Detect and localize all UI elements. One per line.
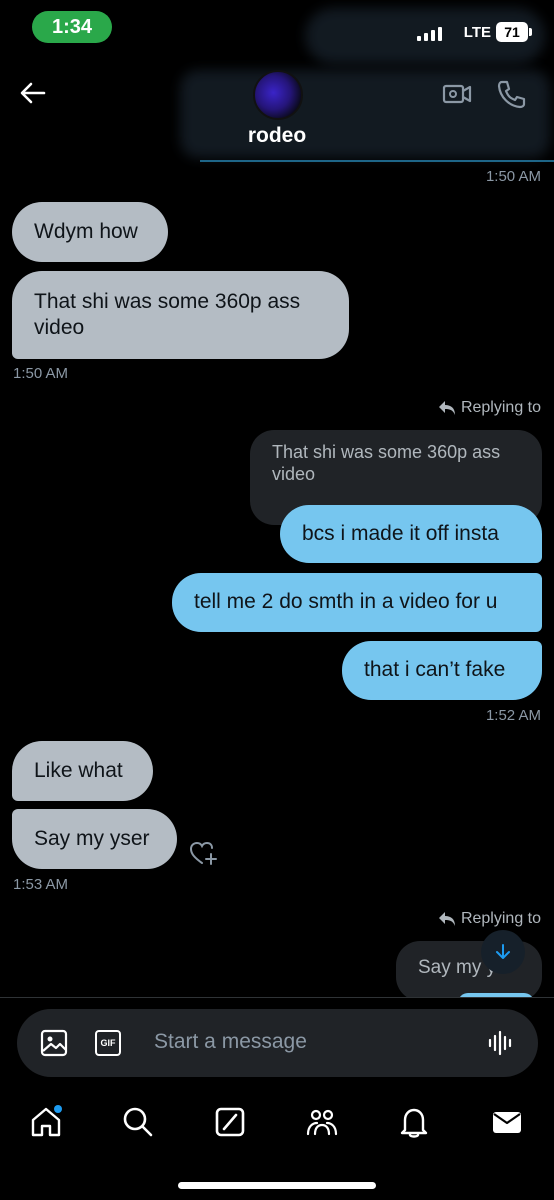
- quoted-text-line: That shi was some 360p ass: [272, 442, 501, 462]
- voice-message-icon[interactable]: [487, 1029, 515, 1057]
- notifications-icon[interactable]: [396, 1104, 432, 1140]
- network-label: LTE: [463, 24, 491, 41]
- reply-indicator: Replying to: [437, 910, 541, 928]
- timestamp: 1:50 AM: [13, 365, 69, 382]
- composer-divider: [0, 997, 554, 998]
- message-text: tell me 2 do smth in a video for u: [194, 590, 498, 614]
- message-text: that i can’t fake: [364, 658, 506, 682]
- gif-label: GIF: [100, 1038, 116, 1048]
- phone-call-icon[interactable]: [495, 78, 527, 110]
- battery-nub: [529, 28, 532, 36]
- timestamp: 1:52 AM: [485, 707, 541, 724]
- sent-message[interactable]: tell me 2 do smth in a video for u: [172, 573, 542, 632]
- message-input-placeholder[interactable]: Start a message: [154, 1030, 307, 1054]
- message-text: Like what: [34, 758, 123, 782]
- sent-message[interactable]: bcs i made it off insta: [280, 505, 542, 563]
- reply-indicator: Replying to: [437, 399, 541, 417]
- reply-label: Replying to: [460, 910, 541, 927]
- message-text: Wdym how: [34, 219, 138, 243]
- reply-icon: [438, 401, 455, 415]
- add-reaction-heart-icon[interactable]: [189, 840, 219, 868]
- search-icon[interactable]: [120, 1104, 156, 1140]
- home-icon[interactable]: [28, 1104, 64, 1140]
- communities-icon[interactable]: [304, 1104, 340, 1140]
- messages-icon[interactable]: [489, 1104, 525, 1140]
- battery-icon: 71: [496, 22, 528, 42]
- message-text: Say my yser: [34, 826, 150, 850]
- status-time: 1:34: [32, 11, 112, 43]
- header-divider: [200, 160, 554, 162]
- timestamp: 1:53 AM: [13, 876, 69, 893]
- message-text-line: That shi was some 360p ass: [34, 289, 301, 313]
- timestamp: 1:50 AM: [485, 168, 541, 185]
- received-message[interactable]: That shi was some 360p ass video: [12, 271, 349, 359]
- sent-message[interactable]: that i can’t fake: [342, 641, 542, 700]
- arrow-down-icon: [496, 944, 510, 959]
- received-message[interactable]: Like what: [12, 741, 153, 801]
- quoted-text-line: video: [272, 463, 316, 484]
- received-message[interactable]: Say my yser: [12, 809, 177, 869]
- back-arrow-icon[interactable]: [18, 78, 48, 108]
- video-call-icon[interactable]: [441, 78, 473, 110]
- message-text-line: video: [34, 316, 85, 339]
- signal-icon: [417, 27, 442, 41]
- image-icon[interactable]: [39, 1028, 69, 1058]
- gif-button[interactable]: GIF: [95, 1030, 121, 1056]
- grok-icon[interactable]: [212, 1104, 248, 1140]
- contact-name[interactable]: rodeo: [0, 124, 554, 148]
- home-indicator[interactable]: [178, 1182, 376, 1189]
- reply-label: Replying to: [460, 399, 541, 416]
- reply-icon: [438, 912, 455, 926]
- avatar[interactable]: [253, 70, 303, 120]
- scroll-to-bottom-button[interactable]: [481, 930, 525, 974]
- message-text: bcs i made it off insta: [302, 521, 499, 545]
- received-message[interactable]: Wdym how: [12, 202, 168, 262]
